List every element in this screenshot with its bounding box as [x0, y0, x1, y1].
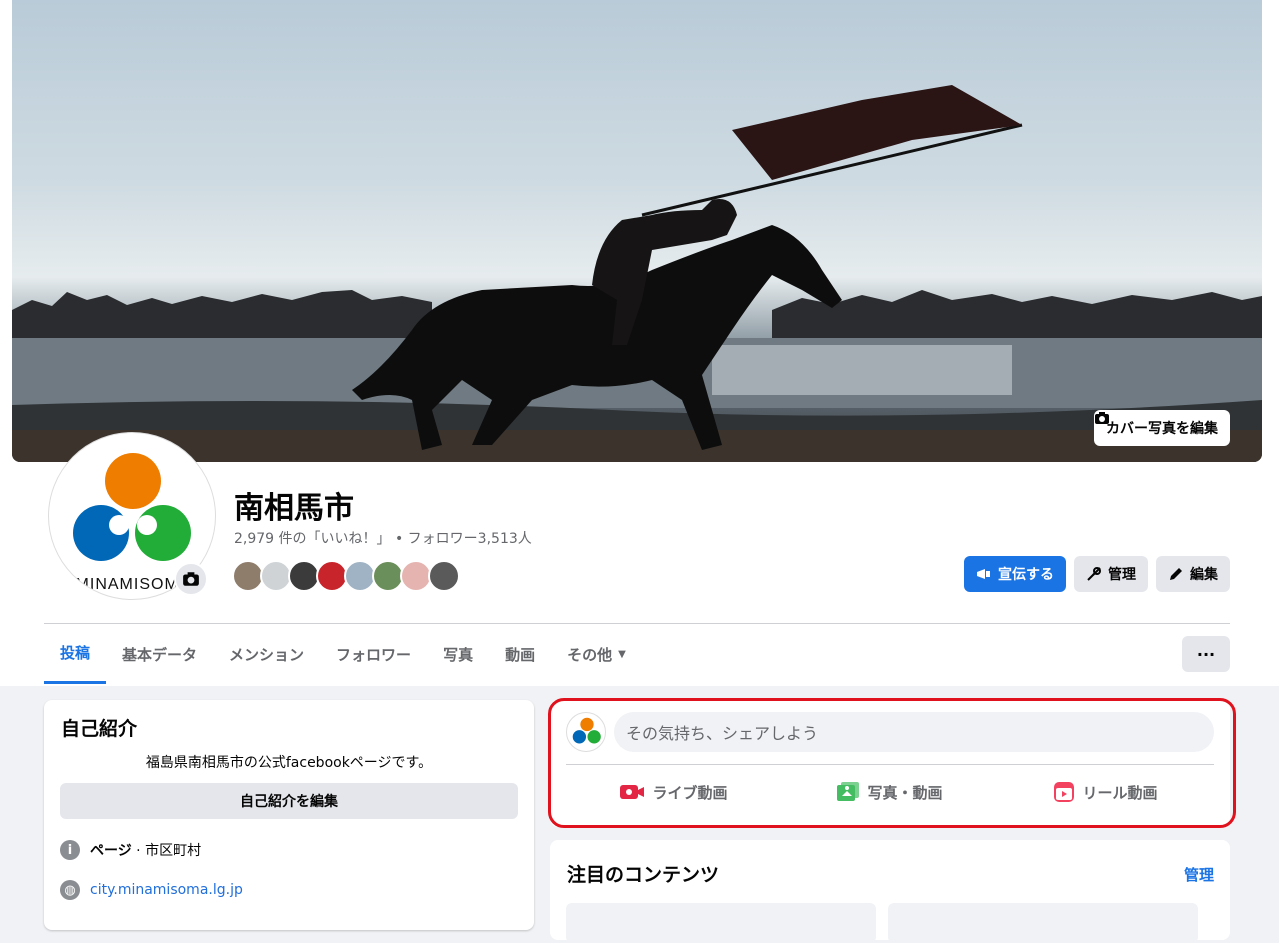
camera-icon: [183, 572, 199, 586]
edit-intro-button[interactable]: 自己紹介を編集: [60, 783, 518, 819]
intro-title: 自己紹介: [61, 718, 138, 740]
featured-manage-link[interactable]: 管理: [1184, 864, 1214, 885]
tab-more[interactable]: その他 ▼: [551, 624, 642, 684]
tab-followers[interactable]: フォロワー: [320, 624, 427, 684]
tab-photos[interactable]: 写真: [427, 624, 489, 684]
category-row: i ページ · 市区町村: [60, 840, 201, 860]
info-icon: i: [60, 840, 80, 860]
pencil-icon: [1170, 568, 1182, 580]
tab-posts[interactable]: 投稿: [44, 624, 107, 684]
featured-item[interactable]: [888, 903, 1198, 943]
website-row: ◍ city.minamisoma.lg.jp: [60, 880, 243, 900]
tab-about[interactable]: 基本データ: [106, 624, 213, 684]
follower-avatars: [232, 560, 460, 592]
tab-more-label: その他: [567, 645, 613, 664]
update-profile-picture-button[interactable]: [174, 562, 208, 596]
tab-videos[interactable]: 動画: [489, 624, 551, 684]
edit-button[interactable]: 編集: [1156, 556, 1230, 592]
cover-photo-image: [12, 85, 1262, 462]
edit-label: 編集: [1190, 567, 1218, 583]
promote-button[interactable]: 宣伝する: [964, 556, 1066, 592]
globe-icon: ◍: [60, 880, 80, 900]
tools-icon: [1087, 567, 1101, 581]
category-value: 市区町村: [145, 843, 202, 859]
featured-card: 注目のコンテンツ 管理: [550, 840, 1230, 943]
page-stats[interactable]: 2,979 件の「いいね！」 • フォロワー3,513人: [234, 528, 532, 548]
megaphone-icon: [977, 569, 990, 579]
caret-down-icon: ▼: [618, 648, 626, 660]
website-link[interactable]: city.minamisoma.lg.jp: [90, 882, 243, 898]
more-options-button[interactable]: ···: [1182, 636, 1230, 672]
featured-item[interactable]: [566, 903, 876, 943]
page-header: カバー写真を編集 MINAMISOMA 南相馬市 2,979 件の「いいね！」 …: [0, 0, 1279, 686]
camera-icon: [1095, 412, 1109, 424]
featured-title: 注目のコンテンツ: [567, 864, 720, 886]
promote-label: 宣伝する: [998, 567, 1054, 583]
highlight-box: [548, 698, 1236, 828]
page-title: 南相馬市: [234, 491, 354, 526]
page-tabs: 投稿 基本データ メンション フォロワー 写真 動画 その他 ▼: [44, 624, 642, 684]
tab-mentions[interactable]: メンション: [213, 624, 320, 684]
intro-description: 福島県南相馬市の公式facebookページです。: [145, 755, 433, 771]
edit-cover-button[interactable]: カバー写真を編集: [1094, 410, 1230, 446]
manage-button[interactable]: 管理: [1074, 556, 1148, 592]
page-actions: 宣伝する 管理 編集: [964, 556, 1230, 592]
intro-card: 自己紹介 福島県南相馬市の公式facebookページです。 自己紹介を編集 i …: [44, 700, 534, 930]
manage-label: 管理: [1108, 567, 1136, 583]
follower-avatar[interactable]: [428, 560, 460, 592]
category-prefix: ページ: [90, 843, 132, 859]
edit-cover-label: カバー写真を編集: [1106, 421, 1218, 437]
cover-photo[interactable]: カバー写真を編集: [12, 0, 1262, 462]
